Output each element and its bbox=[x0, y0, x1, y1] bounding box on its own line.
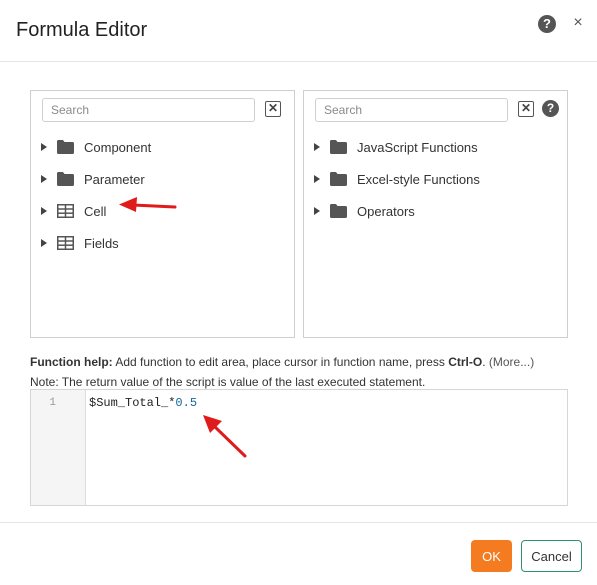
folder-icon bbox=[330, 140, 347, 154]
expand-caret-icon[interactable] bbox=[314, 207, 320, 215]
fields-tree: Component Parameter Cell Fields bbox=[41, 131, 151, 259]
shortcut-key: Ctrl-O bbox=[448, 355, 483, 369]
expand-caret-icon[interactable] bbox=[41, 207, 47, 215]
code-variable: $Sum_Total_* bbox=[89, 396, 176, 410]
folder-icon bbox=[57, 172, 74, 186]
tree-item-label: Excel-style Functions bbox=[357, 171, 480, 187]
dialog-footer: OK Cancel bbox=[0, 522, 597, 585]
function-help-line: Function help: Add function to edit area… bbox=[30, 352, 534, 372]
expand-caret-icon[interactable] bbox=[314, 143, 320, 151]
tree-item-label: Operators bbox=[357, 203, 415, 219]
table-icon bbox=[57, 204, 74, 218]
line-number-gutter: 1 bbox=[31, 390, 86, 505]
dialog-title: Formula Editor bbox=[16, 19, 148, 41]
help-icon[interactable]: ? bbox=[538, 15, 556, 33]
fields-search-input[interactable] bbox=[42, 98, 255, 122]
expand-caret-icon[interactable] bbox=[41, 175, 47, 183]
folder-icon bbox=[330, 172, 347, 186]
code-number: 0.5 bbox=[175, 396, 198, 410]
function-help-label: Function help: bbox=[30, 355, 113, 369]
tree-item-cell[interactable]: Cell bbox=[41, 195, 151, 227]
function-help-separator: . bbox=[482, 355, 489, 369]
ok-button[interactable]: OK bbox=[471, 540, 512, 572]
expand-caret-icon[interactable] bbox=[41, 143, 47, 151]
fields-panel: ✕ Component Parameter Cell Fields bbox=[30, 90, 295, 338]
tree-item-label: Cell bbox=[84, 203, 107, 219]
tree-item-label: JavaScript Functions bbox=[357, 139, 478, 155]
tree-item-label: Fields bbox=[84, 235, 119, 251]
tree-item-label: Parameter bbox=[84, 171, 145, 187]
more-link[interactable]: (More...) bbox=[489, 355, 534, 369]
expand-caret-icon[interactable] bbox=[41, 239, 47, 247]
table-icon bbox=[57, 236, 74, 250]
tree-item-fields[interactable]: Fields bbox=[41, 227, 151, 259]
folder-icon bbox=[330, 204, 347, 218]
tree-item-operators[interactable]: Operators bbox=[314, 195, 480, 227]
expand-caret-icon[interactable] bbox=[314, 175, 320, 183]
functions-tree: JavaScript Functions Excel-style Functio… bbox=[314, 131, 480, 227]
clear-search-icon[interactable]: ✕ bbox=[518, 101, 534, 117]
tree-item-javascript-functions[interactable]: JavaScript Functions bbox=[314, 131, 480, 163]
tree-item-excel-style-functions[interactable]: Excel-style Functions bbox=[314, 163, 480, 195]
functions-help-icon[interactable]: ? bbox=[542, 100, 559, 117]
formula-editor-dialog: Formula Editor ? × ✕ Component Parameter… bbox=[0, 0, 597, 585]
folder-icon bbox=[57, 140, 74, 154]
clear-search-icon[interactable]: ✕ bbox=[265, 101, 281, 117]
dialog-header: Formula Editor ? × bbox=[0, 0, 597, 62]
tree-item-component[interactable]: Component bbox=[41, 131, 151, 163]
function-help-description: Add function to edit area, place cursor … bbox=[112, 355, 449, 369]
close-icon[interactable]: × bbox=[571, 13, 585, 33]
formula-code-editor[interactable]: 1 $Sum_Total_*0.5 bbox=[30, 389, 568, 506]
functions-search-input[interactable] bbox=[315, 98, 508, 122]
functions-panel: ✕ ? JavaScript Functions Excel-style Fun… bbox=[303, 90, 568, 338]
code-line[interactable]: $Sum_Total_*0.5 bbox=[89, 396, 197, 410]
tree-item-label: Component bbox=[84, 139, 152, 155]
line-number: 1 bbox=[49, 397, 56, 409]
tree-item-parameter[interactable]: Parameter bbox=[41, 163, 151, 195]
function-help-text: Function help: Add function to edit area… bbox=[30, 352, 534, 392]
cancel-button[interactable]: Cancel bbox=[521, 540, 582, 572]
